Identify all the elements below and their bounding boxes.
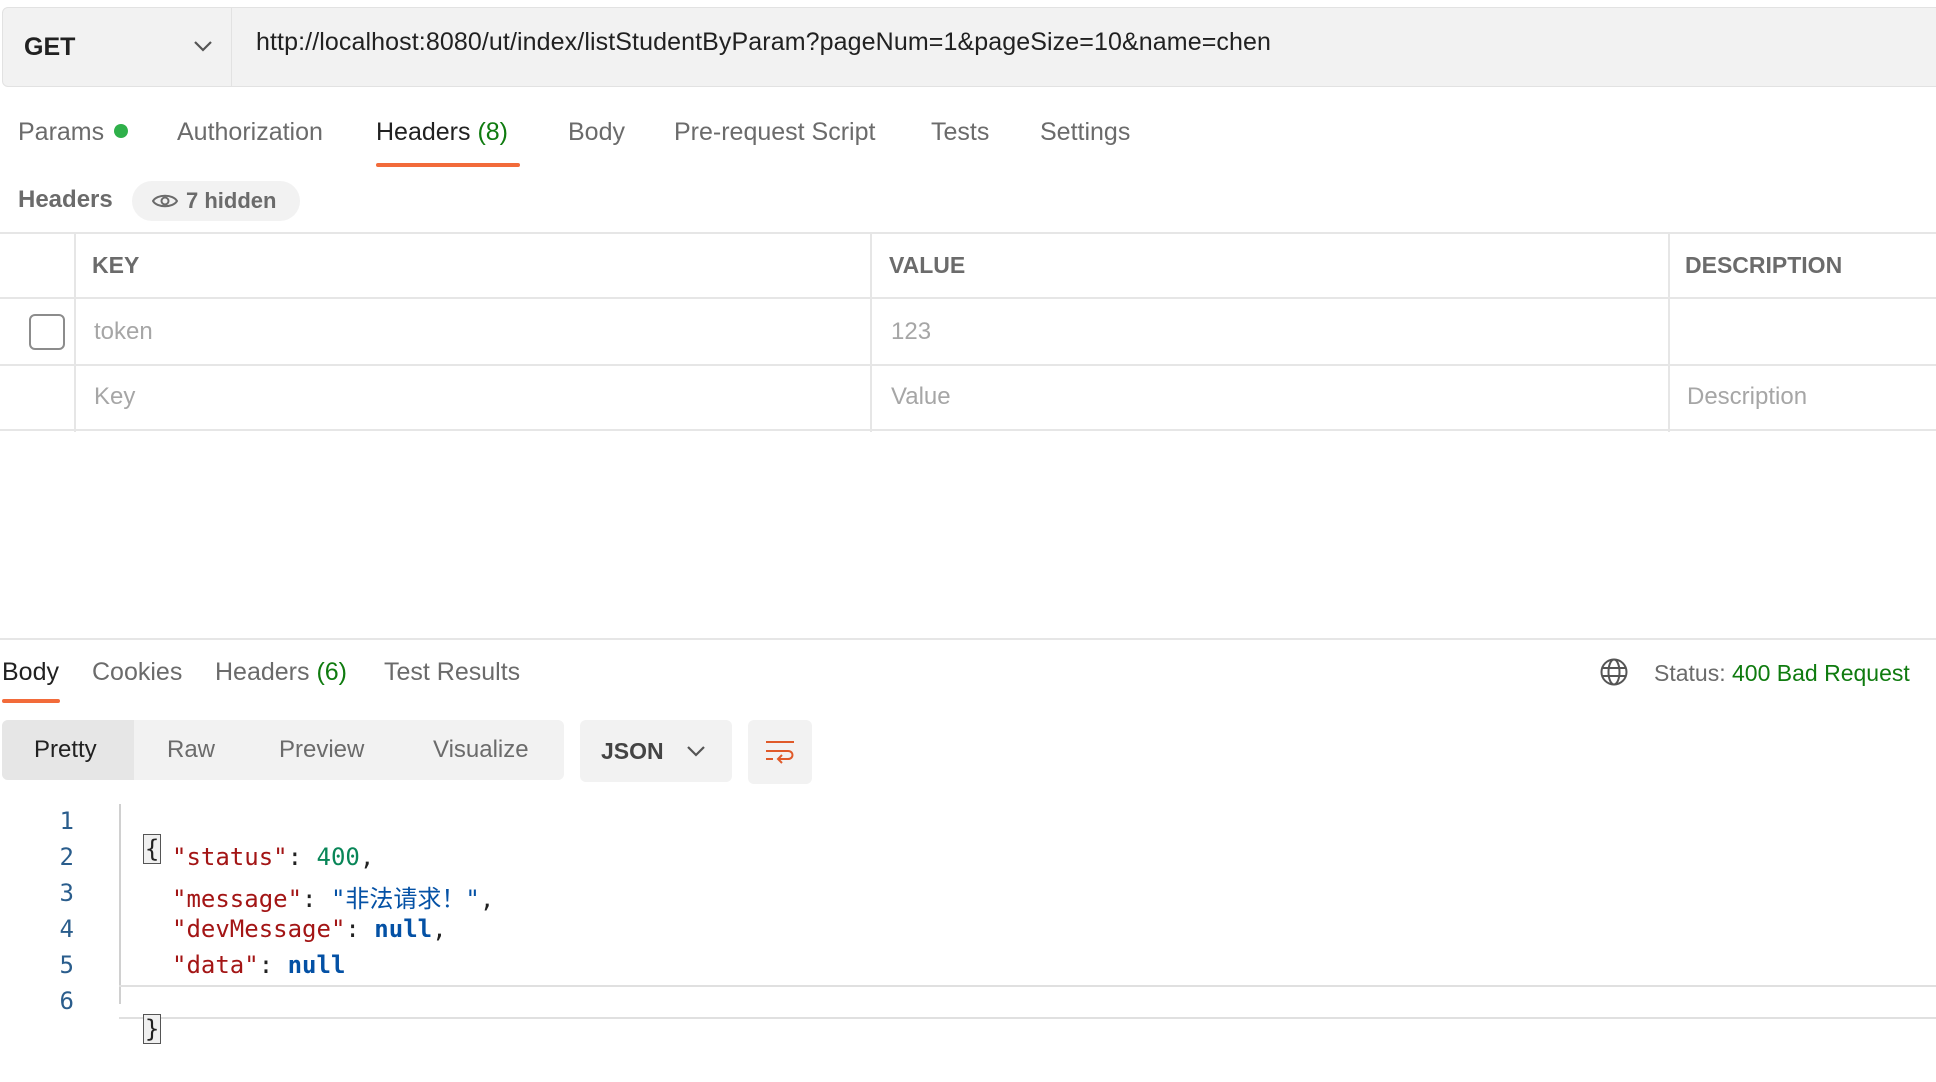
column-divider: [1668, 232, 1670, 432]
headers-section-title: Headers: [18, 186, 113, 213]
eye-icon: [152, 194, 178, 208]
table-divider: [0, 364, 1936, 366]
active-tab-indicator: [376, 163, 520, 167]
line-number: 2: [59, 843, 74, 871]
json-value: "非法请求！": [330, 885, 480, 913]
method-select[interactable]: GET: [2, 7, 232, 87]
view-mode-visualize[interactable]: Visualize: [433, 736, 529, 764]
response-divider[interactable]: [0, 638, 1936, 640]
status-label: Status:: [1654, 660, 1726, 686]
header-value-cell[interactable]: 123: [891, 318, 931, 346]
code-brace-open: {: [142, 834, 162, 864]
code-line: }: [114, 987, 162, 1044]
tab-settings[interactable]: Settings: [1040, 118, 1130, 147]
wrap-lines-button[interactable]: [748, 720, 812, 784]
format-select-label: JSON: [601, 738, 664, 764]
response-tab-cookies[interactable]: Cookies: [92, 658, 182, 687]
tab-tests[interactable]: Tests: [931, 118, 989, 147]
active-line-highlight: [119, 985, 1936, 1019]
url-input[interactable]: http://localhost:8080/ut/index/listStude…: [256, 28, 1271, 57]
json-key: "data": [172, 951, 259, 979]
tab-pre-request-script[interactable]: Pre-request Script: [674, 118, 875, 147]
view-mode-pretty[interactable]: Pretty: [34, 736, 97, 764]
chevron-down-icon: [687, 746, 705, 757]
line-number: 3: [59, 879, 74, 907]
column-header-value: VALUE: [889, 252, 966, 278]
status-code: 400: [1732, 660, 1771, 686]
table-border-top: [0, 232, 1936, 234]
view-mode-preview[interactable]: Preview: [279, 736, 364, 764]
header-enable-checkbox[interactable]: [29, 314, 65, 350]
tab-headers-count: (8): [477, 118, 509, 146]
column-header-key: KEY: [92, 252, 140, 278]
table-divider: [0, 297, 1936, 299]
response-tab-headers-label: Headers: [215, 658, 310, 686]
response-tab-test-results[interactable]: Test Results: [384, 658, 520, 687]
new-value-input[interactable]: Value: [891, 383, 951, 411]
new-description-input[interactable]: Description: [1687, 383, 1807, 411]
json-value: null: [287, 951, 346, 979]
tab-body[interactable]: Body: [568, 118, 625, 147]
globe-icon[interactable]: [1599, 657, 1629, 687]
json-value: 400: [316, 843, 360, 871]
code-line: {: [114, 807, 162, 864]
json-key: "devMessage": [172, 915, 346, 943]
hidden-headers-count: 7 hidden: [186, 188, 277, 213]
line-number: 6: [59, 987, 74, 1015]
code-line: "message": "非法请求！",: [172, 885, 495, 913]
response-status: Status: 400 Bad Request: [1654, 660, 1910, 687]
header-key-cell[interactable]: token: [94, 318, 153, 346]
response-tab-headers-count: (6): [316, 658, 348, 686]
tab-headers-label: Headers: [376, 118, 471, 146]
json-key: "status": [172, 843, 288, 871]
column-header-description: DESCRIPTION: [1685, 252, 1843, 278]
json-key: "message": [172, 885, 303, 913]
column-divider: [870, 232, 872, 432]
tab-headers[interactable]: Headers (8): [376, 118, 508, 147]
table-border-bottom: [0, 429, 1936, 431]
params-active-dot: [114, 124, 129, 139]
view-mode-raw[interactable]: Raw: [167, 736, 215, 764]
json-value: null: [374, 915, 433, 943]
tab-params-label: Params: [18, 118, 105, 146]
response-tab-headers[interactable]: Headers (6): [215, 658, 347, 687]
method-label: GET: [24, 32, 76, 61]
code-line: "status": 400,: [172, 843, 375, 871]
response-tab-body[interactable]: Body: [2, 658, 59, 687]
new-key-input[interactable]: Key: [94, 383, 135, 411]
response-active-tab-indicator: [2, 699, 60, 703]
tab-params[interactable]: Params: [18, 118, 129, 147]
chevron-down-icon: [194, 41, 212, 52]
line-number: 5: [59, 951, 74, 979]
wrap-lines-icon: [766, 741, 794, 764]
line-number: 4: [59, 915, 74, 943]
code-line: "devMessage": null,: [172, 915, 447, 943]
line-number: 1: [59, 807, 74, 835]
code-line: "data": null: [172, 951, 346, 979]
status-text: Bad Request: [1776, 660, 1910, 686]
tab-authorization[interactable]: Authorization: [177, 118, 323, 147]
code-brace-close: }: [142, 1014, 162, 1044]
column-divider: [74, 232, 76, 432]
hidden-headers-toggle[interactable]: 7 hidden: [132, 181, 300, 221]
